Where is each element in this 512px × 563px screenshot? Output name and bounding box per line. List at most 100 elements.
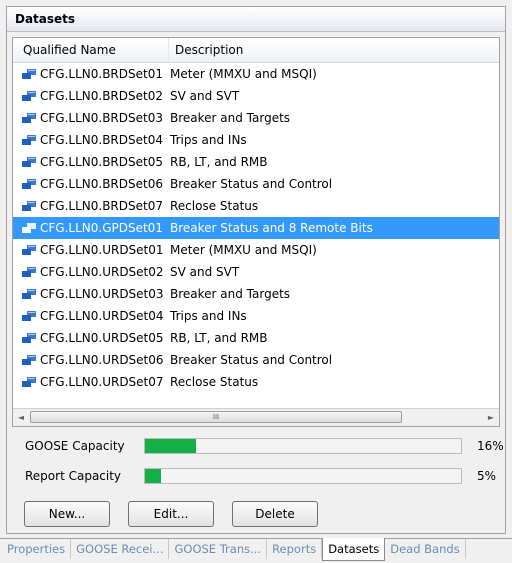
table-row[interactable]: CFG.LLN0.GPDSet01 Breaker Status and 8 Re…	[13, 217, 499, 239]
dataset-icon	[22, 179, 36, 189]
column-header-description[interactable]: Description	[168, 38, 499, 62]
qualified-name-cell: CFG.LLN0.BRDSet01	[13, 63, 168, 85]
tab-goose-trans[interactable]: GOOSE Trans...	[169, 539, 268, 559]
qualified-name-cell: CFG.LLN0.BRDSet04	[13, 129, 168, 151]
qualified-name-cell: CFG.LLN0.GPDSet01	[13, 217, 168, 239]
qualified-name-cell: CFG.LLN0.BRDSet02	[13, 85, 168, 107]
goose-capacity-value: 16%	[477, 439, 504, 453]
description-cell: Reclose Status	[170, 375, 259, 389]
qualified-name-cell: CFG.LLN0.BRDSet05	[13, 151, 168, 173]
table-row[interactable]: CFG.LLN0.BRDSet03 Breaker and Targets	[13, 107, 499, 129]
dataset-icon	[22, 135, 36, 145]
qualified-name-text: CFG.LLN0.URDSet02	[40, 265, 164, 279]
table-row[interactable]: CFG.LLN0.URDSet05 RB, LT, and RMB	[13, 327, 499, 349]
table-row[interactable]: CFG.LLN0.BRDSet06 Breaker Status and Cont…	[13, 173, 499, 195]
table-row[interactable]: CFG.LLN0.BRDSet07 Reclose Status	[13, 195, 499, 217]
delete-button-label: Delete	[255, 507, 295, 521]
description-cell: Breaker Status and 8 Remote Bits	[170, 221, 373, 235]
panel-title: Datasets	[7, 7, 505, 32]
report-capacity-row: Report Capacity 5%	[19, 465, 499, 487]
table-row[interactable]: CFG.LLN0.URDSet02 SV and SVT	[13, 261, 499, 283]
goose-capacity-fill	[145, 439, 196, 453]
horizontal-scrollbar[interactable]: ◄ III ►	[13, 408, 499, 426]
dataset-icon	[22, 69, 36, 79]
qualified-name-cell: CFG.LLN0.URDSet03	[13, 283, 168, 305]
qualified-name-cell: CFG.LLN0.URDSet04	[13, 305, 168, 327]
report-capacity-fill	[145, 469, 161, 483]
goose-capacity-label: GOOSE Capacity	[25, 439, 125, 453]
dataset-icon	[22, 289, 36, 299]
edit-button[interactable]: Edit...	[128, 501, 214, 527]
table-row[interactable]: CFG.LLN0.URDSet01 Meter (MMXU and MSQI)	[13, 239, 499, 261]
description-cell: Breaker and Targets	[170, 287, 291, 301]
qualified-name-text: CFG.LLN0.URDSet05	[40, 331, 164, 345]
dataset-icon	[22, 201, 36, 211]
description-cell: SV and SVT	[170, 89, 240, 103]
table-row[interactable]: CFG.LLN0.BRDSet01 Meter (MMXU and MSQI)	[13, 63, 499, 85]
qualified-name-text: CFG.LLN0.URDSet07	[40, 375, 164, 389]
dataset-icon	[22, 245, 36, 255]
qualified-name-text: CFG.LLN0.BRDSet02	[40, 89, 163, 103]
dataset-icon	[22, 113, 36, 123]
scrollbar-thumb[interactable]: III	[30, 411, 402, 423]
table-row[interactable]: CFG.LLN0.BRDSet02 SV and SVT	[13, 85, 499, 107]
description-cell: Reclose Status	[170, 199, 259, 213]
grid-body: CFG.LLN0.BRDSet01 Meter (MMXU and MSQI) CF…	[13, 63, 499, 393]
qualified-name-text: CFG.LLN0.URDSet01	[40, 243, 164, 257]
table-row[interactable]: CFG.LLN0.URDSet06 Breaker Status and Cont…	[13, 349, 499, 371]
description-cell: Meter (MMXU and MSQI)	[170, 67, 317, 81]
report-capacity-value: 5%	[477, 469, 497, 483]
scroll-right-arrow-icon[interactable]: ►	[483, 409, 499, 426]
qualified-name-text: CFG.LLN0.BRDSet03	[40, 111, 163, 125]
datasets-grid: Qualified Name Description CFG.LLN0.BRDS…	[12, 37, 500, 427]
dataset-icon	[22, 355, 36, 365]
tab-goose-recei[interactable]: GOOSE Recei...	[71, 539, 170, 559]
qualified-name-text: CFG.LLN0.URDSet03	[40, 287, 164, 301]
qualified-name-cell: CFG.LLN0.URDSet05	[13, 327, 168, 349]
column-header-qualified-name[interactable]: Qualified Name	[13, 38, 168, 62]
qualified-name-text: CFG.LLN0.BRDSet04	[40, 133, 163, 147]
qualified-name-cell: CFG.LLN0.BRDSet03	[13, 107, 168, 129]
bottom-tab-strip: Properties GOOSE Recei... GOOSE Trans... Re…	[0, 538, 512, 563]
qualified-name-text: CFG.LLN0.GPDSet01	[40, 221, 163, 235]
grid-header: Qualified Name Description	[13, 38, 499, 63]
description-cell: RB, LT, and RMB	[170, 331, 268, 345]
qualified-name-cell: CFG.LLN0.URDSet02	[13, 261, 168, 283]
qualified-name-text: CFG.LLN0.URDSet04	[40, 309, 164, 323]
description-cell: Breaker Status and Control	[170, 177, 333, 191]
table-row[interactable]: CFG.LLN0.URDSet04 Trips and INs	[13, 305, 499, 327]
description-cell: Trips and INs	[170, 133, 247, 147]
dataset-icon	[22, 157, 36, 167]
delete-button[interactable]: Delete	[232, 501, 318, 527]
table-row[interactable]: CFG.LLN0.BRDSet05 RB, LT, and RMB	[13, 151, 499, 173]
description-cell: RB, LT, and RMB	[170, 155, 268, 169]
description-cell: Trips and INs	[170, 309, 247, 323]
goose-capacity-row: GOOSE Capacity 16%	[19, 435, 504, 457]
tab-reports[interactable]: Reports	[267, 539, 323, 559]
table-row[interactable]: CFG.LLN0.URDSet03 Breaker and Targets	[13, 283, 499, 305]
qualified-name-cell: CFG.LLN0.URDSet01	[13, 239, 168, 261]
table-row[interactable]: CFG.LLN0.URDSet07 Reclose Status	[13, 371, 499, 393]
qualified-name-text: CFG.LLN0.BRDSet07	[40, 199, 163, 213]
scroll-left-arrow-icon[interactable]: ◄	[13, 409, 29, 426]
new-button[interactable]: New...	[24, 501, 110, 527]
qualified-name-text: CFG.LLN0.BRDSet05	[40, 155, 163, 169]
qualified-name-text: CFG.LLN0.BRDSet01	[40, 67, 163, 81]
new-button-label: New...	[48, 507, 86, 521]
qualified-name-cell: CFG.LLN0.URDSet06	[13, 349, 168, 371]
dataset-icon	[22, 223, 36, 233]
table-row[interactable]: CFG.LLN0.BRDSet04 Trips and INs	[13, 129, 499, 151]
qualified-name-text: CFG.LLN0.BRDSet06	[40, 177, 163, 191]
dataset-icon	[22, 377, 36, 387]
dataset-icon	[22, 267, 36, 277]
description-cell: Breaker and Targets	[170, 111, 291, 125]
tab-dead-bands[interactable]: Dead Bands	[385, 539, 466, 559]
tab-properties[interactable]: Properties	[2, 539, 72, 559]
description-cell: SV and SVT	[170, 265, 240, 279]
dataset-icon	[22, 333, 36, 343]
description-cell: Breaker Status and Control	[170, 353, 333, 367]
report-capacity-label: Report Capacity	[25, 469, 122, 483]
tab-datasets[interactable]: Datasets	[322, 538, 386, 561]
datasets-panel: Datasets Qualified Name Description CFG.…	[6, 6, 506, 534]
qualified-name-cell: CFG.LLN0.URDSet07	[13, 371, 168, 393]
